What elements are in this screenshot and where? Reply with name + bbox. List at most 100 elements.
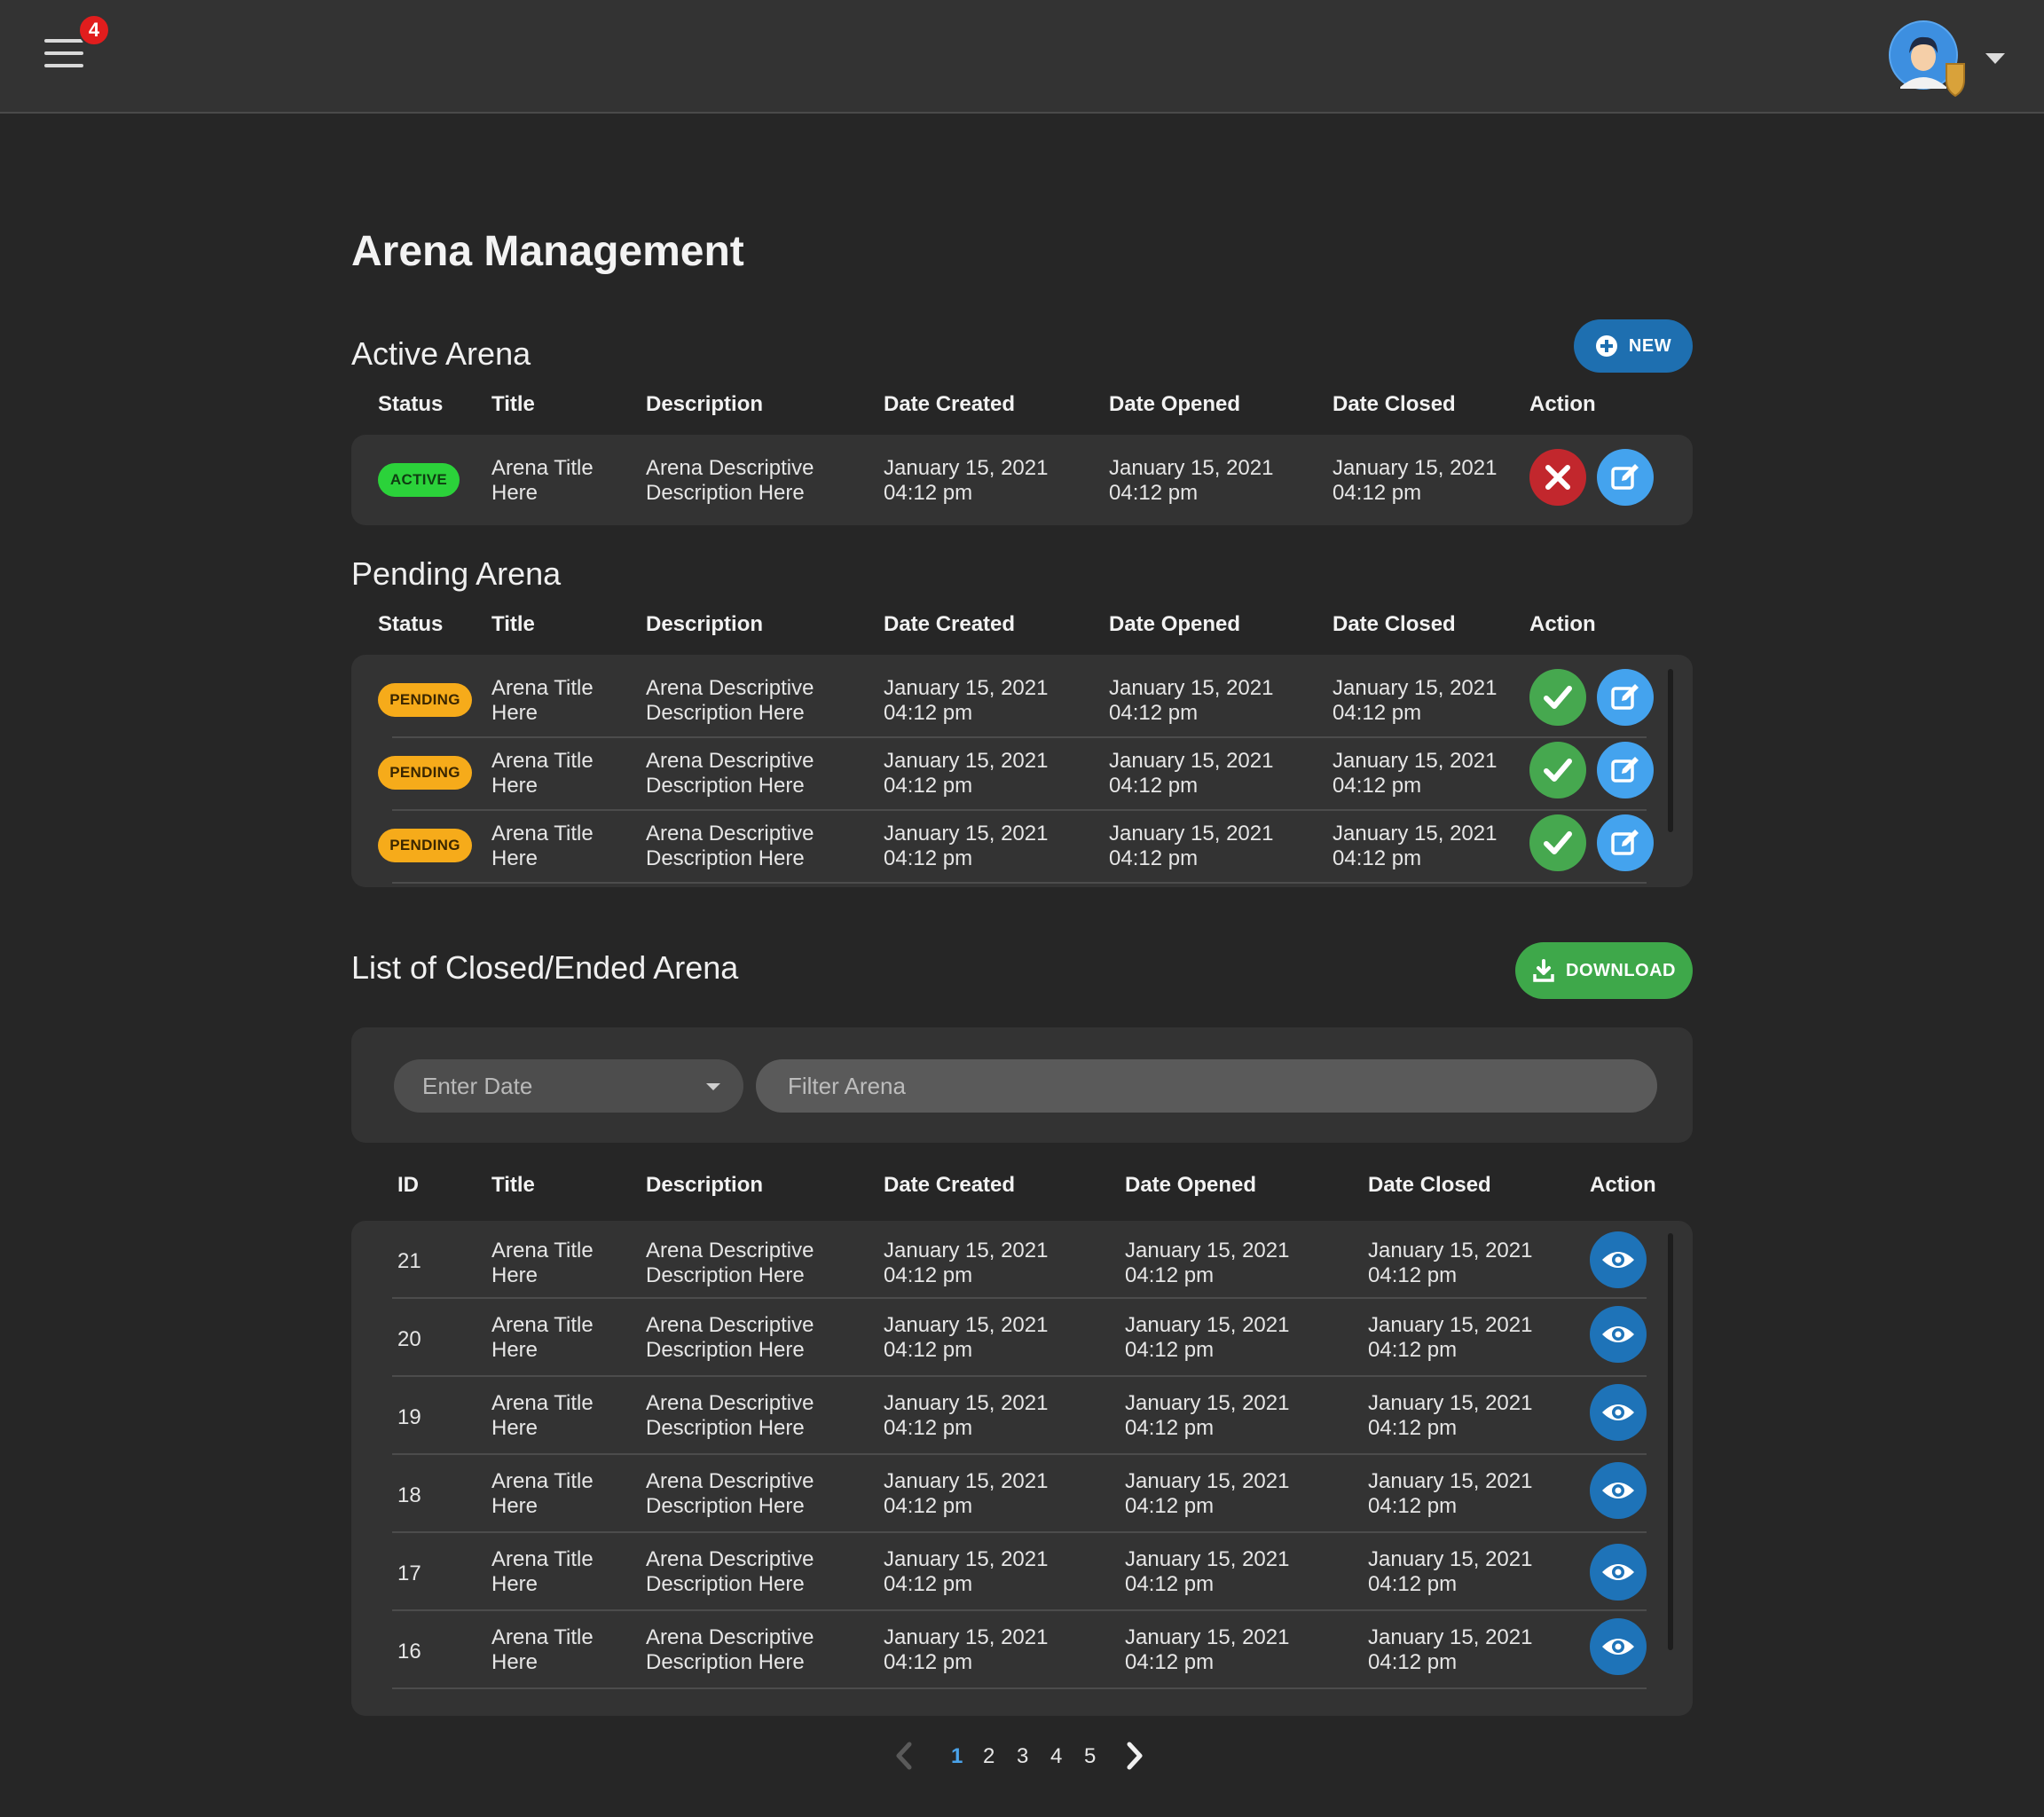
date-line: January 15, 2021 — [1109, 822, 1274, 846]
arena-description: Arena Descriptive Description Here — [646, 1239, 814, 1288]
table-row: 19 Arena Title Here Arena Descriptive De… — [351, 1377, 1693, 1455]
view-arena-button[interactable] — [1590, 1384, 1647, 1441]
edit-arena-button[interactable] — [1597, 742, 1654, 798]
time-line: 04:12 pm — [1368, 1263, 1458, 1287]
edit-arena-button[interactable] — [1597, 669, 1654, 726]
description-line: Arena Descriptive — [646, 1469, 814, 1493]
date-opened: January 15, 2021 04:12 pm — [1109, 456, 1273, 506]
date-line: January 15, 2021 — [1125, 1239, 1290, 1262]
menu-button[interactable] — [41, 35, 89, 78]
page-2[interactable]: 2 — [983, 1744, 994, 1769]
edit-icon — [1611, 830, 1639, 855]
title-line: Arena Title — [491, 822, 594, 846]
time-line: 04:12 pm — [884, 1416, 973, 1440]
close-arena-button[interactable] — [1529, 449, 1586, 506]
view-arena-button[interactable] — [1590, 1618, 1647, 1675]
chevron-right-icon[interactable] — [1125, 1741, 1144, 1777]
eye-icon — [1602, 1252, 1634, 1268]
arena-id: 20 — [397, 1327, 421, 1351]
view-arena-button[interactable] — [1590, 1544, 1647, 1601]
status-badge: PENDING — [378, 829, 472, 862]
date-created: January 15, 2021 04:12 pm — [884, 1625, 1048, 1675]
col-date-opened: Date Opened — [1125, 1173, 1257, 1197]
view-arena-button[interactable] — [1590, 1306, 1647, 1363]
approve-arena-button[interactable] — [1529, 814, 1586, 871]
check-icon — [1544, 831, 1572, 854]
col-action: Action — [1590, 1173, 1656, 1197]
arena-id: 18 — [397, 1483, 421, 1507]
date-created: January 15, 2021 04:12 pm — [884, 676, 1048, 726]
pagination: 1 2 3 4 5 — [351, 1741, 1693, 1776]
approve-arena-button[interactable] — [1529, 742, 1586, 798]
active-table-header: Status Title Description Date Created Da… — [351, 392, 1693, 428]
closed-scrollbar[interactable] — [1668, 1233, 1673, 1650]
page-4[interactable]: 4 — [1050, 1744, 1062, 1769]
page-3[interactable]: 3 — [1017, 1744, 1028, 1769]
col-action: Action — [1529, 612, 1596, 636]
time-line: 04:12 pm — [1333, 701, 1422, 725]
title-line: Here — [491, 1338, 539, 1362]
date-line: January 15, 2021 — [1125, 1313, 1290, 1337]
time-line: 04:12 pm — [1368, 1650, 1458, 1674]
caret-down-icon[interactable] — [1984, 50, 2007, 66]
description-line: Description Here — [646, 1494, 805, 1518]
table-row: 20 Arena Title Here Arena Descriptive De… — [351, 1299, 1693, 1377]
date-created: January 15, 2021 04:12 pm — [884, 1547, 1048, 1597]
title-line: Arena Title — [491, 1239, 594, 1262]
eye-icon — [1602, 1483, 1634, 1498]
description-line: Arena Descriptive — [646, 1547, 814, 1571]
plus-circle-icon — [1595, 335, 1617, 357]
title-line: Here — [491, 846, 539, 870]
edit-arena-button[interactable] — [1597, 449, 1654, 506]
arena-title: Arena Title Here — [491, 1239, 594, 1288]
arena-id: 17 — [397, 1561, 421, 1585]
col-action: Action — [1529, 392, 1596, 416]
arena-description: Arena Descriptive Description Here — [646, 1625, 814, 1675]
eye-icon — [1602, 1564, 1634, 1580]
approve-arena-button[interactable] — [1529, 669, 1586, 726]
date-line: January 15, 2021 — [884, 1547, 1049, 1571]
date-closed: January 15, 2021 04:12 pm — [1333, 676, 1497, 726]
x-icon — [1545, 465, 1570, 490]
date-opened: January 15, 2021 04:12 pm — [1125, 1239, 1289, 1288]
user-avatar[interactable] — [1888, 18, 1973, 99]
time-line: 04:12 pm — [884, 1494, 973, 1518]
arena-description: Arena Descriptive Description Here — [646, 456, 814, 506]
date-select[interactable]: Enter Date — [394, 1059, 743, 1113]
date-line: January 15, 2021 — [1368, 1625, 1533, 1649]
pending-scrollbar[interactable] — [1668, 669, 1673, 832]
arena-description: Arena Descriptive Description Here — [646, 1391, 814, 1441]
date-select-placeholder: Enter Date — [422, 1073, 533, 1099]
description-line: Description Here — [646, 1416, 805, 1440]
date-opened: January 15, 2021 04:12 pm — [1125, 1547, 1289, 1597]
time-line: 04:12 pm — [884, 1572, 973, 1596]
date-closed: January 15, 2021 04:12 pm — [1333, 822, 1497, 871]
new-arena-button[interactable]: NEW — [1574, 319, 1693, 373]
page-5[interactable]: 5 — [1084, 1744, 1096, 1769]
title-line: Here — [491, 774, 539, 798]
title-line: Arena Title — [491, 1313, 594, 1337]
description-line: Arena Descriptive — [646, 1313, 814, 1337]
title-line: Arena Title — [491, 1391, 594, 1415]
table-row: 17 Arena Title Here Arena Descriptive De… — [351, 1533, 1693, 1611]
arena-description: Arena Descriptive Description Here — [646, 1313, 814, 1363]
filter-arena-input[interactable] — [756, 1059, 1657, 1113]
pending-arena-table: PENDING Arena Title Here Arena Descripti… — [351, 655, 1693, 887]
col-title: Title — [491, 1173, 535, 1197]
description-line: Description Here — [646, 1263, 805, 1287]
table-row: 18 Arena Title Here Arena Descriptive De… — [351, 1455, 1693, 1533]
download-button[interactable]: DOWNLOAD — [1515, 942, 1693, 999]
arena-title: Arena Title Here — [491, 676, 594, 726]
edit-arena-button[interactable] — [1597, 814, 1654, 871]
page-1[interactable]: 1 — [951, 1744, 963, 1769]
description-line: Description Here — [646, 481, 805, 505]
chevron-left-icon[interactable] — [894, 1741, 914, 1777]
view-arena-button[interactable] — [1590, 1462, 1647, 1519]
date-opened: January 15, 2021 04:12 pm — [1125, 1625, 1289, 1675]
caret-down-icon — [706, 1083, 720, 1090]
date-line: January 15, 2021 — [884, 749, 1049, 773]
time-line: 04:12 pm — [1125, 1494, 1215, 1518]
date-line: January 15, 2021 — [1368, 1469, 1533, 1493]
time-line: 04:12 pm — [1368, 1494, 1458, 1518]
view-arena-button[interactable] — [1590, 1231, 1647, 1288]
